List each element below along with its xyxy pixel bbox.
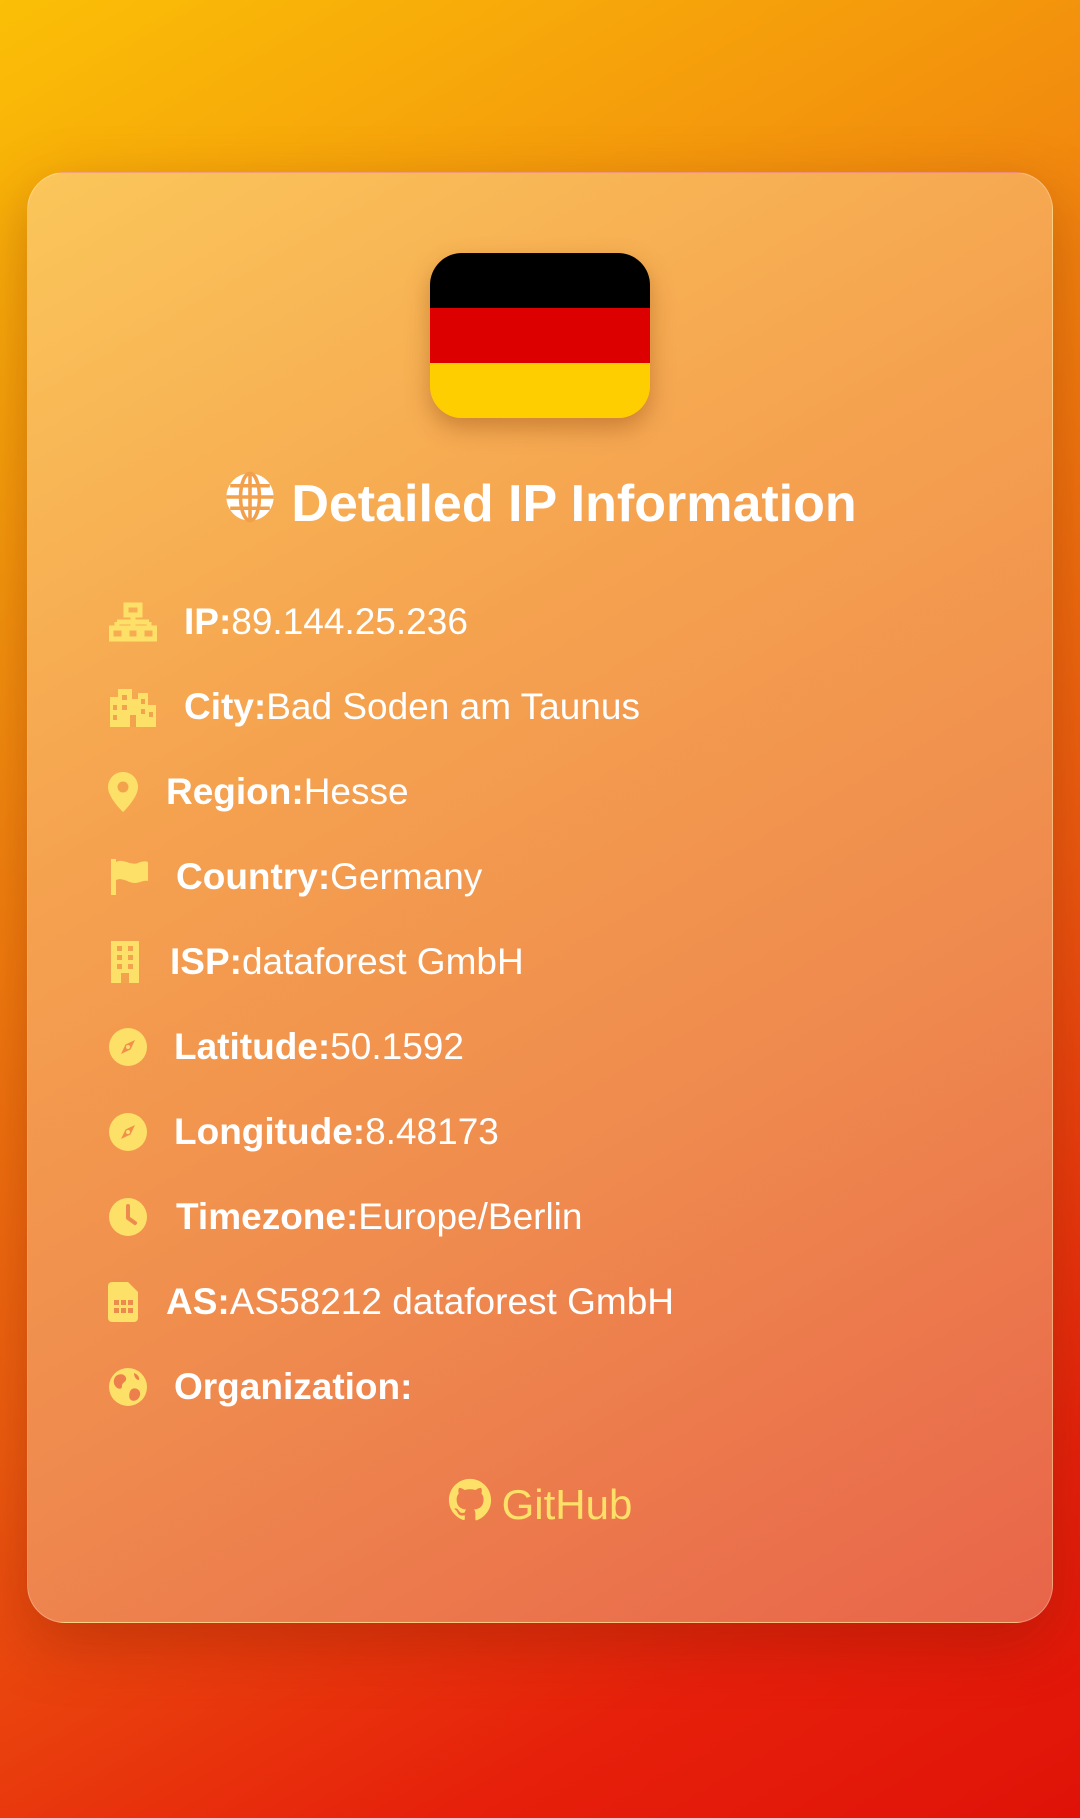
latitude-label: Latitude:: [174, 1026, 331, 1067]
compass-icon: [108, 1027, 148, 1067]
isp-label: ISP:: [170, 941, 242, 982]
sim-card-icon: [108, 1282, 138, 1322]
globe-icon: [223, 470, 277, 537]
ip-label: IP:: [184, 601, 232, 642]
longitude-label: Longitude:: [174, 1111, 366, 1152]
isp-value: dataforest GmbH: [241, 941, 524, 982]
longitude-row: Longitude: 8.48173: [108, 1102, 499, 1162]
latitude-value: 50.1592: [330, 1026, 464, 1067]
timezone-row: Timezone: Europe/Berlin: [108, 1187, 582, 1247]
github-icon: [448, 1478, 492, 1532]
clock-icon: [108, 1197, 148, 1237]
country-row: Country: Germany: [108, 847, 482, 907]
organization-row: Organization:: [108, 1357, 412, 1417]
flag-icon: [108, 859, 150, 895]
timezone-label: Timezone:: [176, 1196, 359, 1237]
map-pin-icon: [108, 772, 138, 812]
page-title: Detailed IP Information: [0, 470, 1080, 537]
as-label: AS:: [166, 1281, 230, 1322]
isp-row: ISP: dataforest GmbH: [108, 932, 524, 992]
region-row: Region: Hesse: [108, 762, 409, 822]
timezone-value: Europe/Berlin: [358, 1196, 583, 1237]
as-row: AS: AS58212 dataforest GmbH: [108, 1272, 674, 1332]
city-value: Bad Soden am Taunus: [266, 686, 640, 727]
ip-row: IP: 89.144.25.236: [108, 592, 468, 652]
organization-label: Organization:: [174, 1366, 413, 1407]
network-icon: [108, 602, 158, 642]
region-value: Hesse: [303, 771, 409, 812]
city-row: City: Bad Soden am Taunus: [108, 677, 640, 737]
page-title-text: Detailed IP Information: [291, 474, 857, 533]
country-flag: [430, 253, 650, 418]
city-icon: [108, 687, 158, 727]
ip-value: 89.144.25.236: [231, 601, 468, 642]
city-label: City:: [184, 686, 267, 727]
earth-icon: [108, 1367, 148, 1407]
region-label: Region:: [166, 771, 304, 812]
github-link[interactable]: GitHub: [0, 1478, 1080, 1532]
building-icon: [108, 941, 142, 983]
as-value: AS58212 dataforest GmbH: [229, 1281, 674, 1322]
longitude-value: 8.48173: [365, 1111, 499, 1152]
latitude-row: Latitude: 50.1592: [108, 1017, 464, 1077]
country-value: Germany: [330, 856, 483, 897]
compass-icon: [108, 1112, 148, 1152]
country-label: Country:: [176, 856, 331, 897]
github-link-label: GitHub: [501, 1481, 633, 1528]
